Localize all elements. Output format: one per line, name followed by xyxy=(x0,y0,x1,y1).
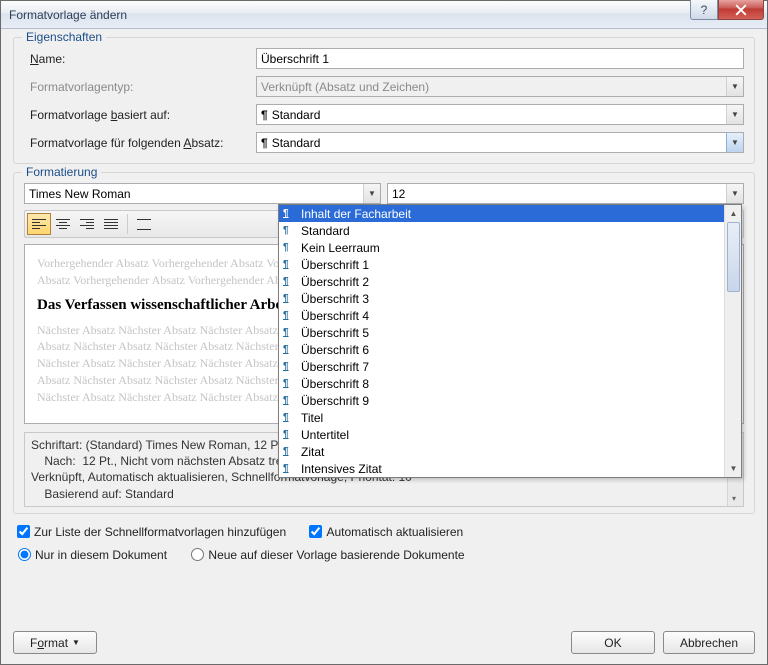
quick-styles-checkbox[interactable]: Zur Liste der Schnellformatvorlagen hinz… xyxy=(13,525,286,539)
align-justify-icon xyxy=(104,219,118,230)
pilcrow-icon: ¶ xyxy=(283,310,297,321)
pilcrow-icon: ¶ xyxy=(283,463,297,474)
format-button[interactable]: Format▼ xyxy=(13,631,97,654)
scroll-up-icon[interactable]: ▲ xyxy=(725,205,742,222)
dropdown-item[interactable]: ¶Überschrift 9 xyxy=(279,392,741,409)
dropdown-item[interactable]: ¶Überschrift 3 xyxy=(279,290,741,307)
pilcrow-icon: ¶ xyxy=(283,395,297,406)
line-spacing-button[interactable] xyxy=(132,213,156,235)
based-on-combo[interactable]: ¶ Standard ▼ xyxy=(256,104,744,125)
dropdown-item[interactable]: ¶Titel xyxy=(279,409,741,426)
pilcrow-icon: ¶ xyxy=(283,446,297,457)
name-input[interactable]: Überschrift 1 xyxy=(256,48,744,69)
font-combo[interactable]: Times New Roman ▼ xyxy=(24,183,381,204)
dropdown-item[interactable]: ¶Inhalt der Facharbeit xyxy=(279,205,741,222)
align-justify-button[interactable] xyxy=(99,213,123,235)
font-size-combo[interactable]: 12 ▼ xyxy=(387,183,744,204)
dropdown-item[interactable]: ¶Überschrift 6 xyxy=(279,341,741,358)
formatting-legend: Formatierung xyxy=(22,165,101,179)
align-left-button[interactable] xyxy=(27,213,51,235)
align-center-button[interactable] xyxy=(51,213,75,235)
pilcrow-icon: ¶ xyxy=(283,276,297,287)
dialog-window: Formatvorlage ändern ? Eigenschaften Nam… xyxy=(0,0,768,665)
pilcrow-icon: ¶ xyxy=(283,242,297,253)
radio-row: Nur in diesem Dokument Neue auf dieser V… xyxy=(13,545,755,562)
cancel-button[interactable]: Abbrechen xyxy=(663,631,755,654)
align-right-icon xyxy=(80,219,94,230)
chevron-down-icon[interactable]: ▼ xyxy=(726,133,743,152)
type-label: Formatvorlagentyp: xyxy=(24,80,256,94)
pilcrow-icon: ¶ xyxy=(283,361,297,372)
pilcrow-icon: ¶ xyxy=(283,412,297,423)
this-document-radio[interactable]: Nur in diesem Dokument xyxy=(13,548,167,562)
dropdown-item[interactable]: ¶Standard xyxy=(279,222,741,239)
dropdown-item[interactable]: ¶Kein Leerraum xyxy=(279,239,741,256)
close-icon xyxy=(735,4,747,16)
dropdown-item[interactable]: ¶Überschrift 4 xyxy=(279,307,741,324)
close-button[interactable] xyxy=(718,0,764,20)
pilcrow-icon: ¶ xyxy=(283,429,297,440)
dropdown-item[interactable]: ¶Überschrift 5 xyxy=(279,324,741,341)
pilcrow-icon: ¶ xyxy=(283,293,297,304)
properties-legend: Eigenschaften xyxy=(22,30,106,44)
type-combo: Verknüpft (Absatz und Zeichen) ▼ xyxy=(256,76,744,97)
name-label: Name: xyxy=(24,52,256,66)
next-paragraph-combo[interactable]: ¶ Standard ▼ xyxy=(256,132,744,153)
dropdown-scrollbar[interactable]: ▲ ▼ xyxy=(724,205,741,477)
based-on-label: Formatvorlage basiert auf: xyxy=(24,108,256,122)
scroll-down-icon[interactable]: ▼ xyxy=(725,460,742,477)
scroll-thumb[interactable] xyxy=(727,222,740,292)
chevron-down-icon: ▼ xyxy=(726,77,743,96)
template-radio[interactable]: Neue auf dieser Vorlage basierende Dokum… xyxy=(186,548,464,562)
auto-update-checkbox[interactable]: Automatisch aktualisieren xyxy=(305,525,463,539)
align-left-icon xyxy=(32,219,46,230)
line-spacing-icon xyxy=(137,219,151,230)
next-paragraph-label: Formatvorlage für folgenden Absatz: xyxy=(24,136,256,150)
pilcrow-icon: ¶ xyxy=(283,327,297,338)
ok-button[interactable]: OK xyxy=(571,631,655,654)
dropdown-item[interactable]: ¶Überschrift 1 xyxy=(279,256,741,273)
dropdown-item[interactable]: ¶Zitat xyxy=(279,443,741,460)
next-paragraph-dropdown[interactable]: ¶Inhalt der Facharbeit¶Standard¶Kein Lee… xyxy=(278,204,742,478)
dropdown-item[interactable]: ¶Überschrift 7 xyxy=(279,358,741,375)
pilcrow-icon: ¶ xyxy=(261,108,268,122)
pilcrow-icon: ¶ xyxy=(261,136,268,150)
titlebar: Formatvorlage ändern ? xyxy=(1,1,767,29)
properties-group: Eigenschaften Name: Überschrift 1 Format… xyxy=(13,37,755,164)
caret-down-icon: ▼ xyxy=(72,638,80,647)
dropdown-item[interactable]: ¶Untertitel xyxy=(279,426,741,443)
checkbox-row: Zur Liste der Schnellformatvorlagen hinz… xyxy=(13,522,755,541)
dropdown-item[interactable]: ¶Überschrift 8 xyxy=(279,375,741,392)
pilcrow-icon: ¶ xyxy=(283,208,297,219)
dialog-title: Formatvorlage ändern xyxy=(9,8,127,22)
pilcrow-icon: ¶ xyxy=(283,378,297,389)
pilcrow-icon: ¶ xyxy=(283,344,297,355)
chevron-down-icon[interactable]: ▼ xyxy=(363,184,380,203)
pilcrow-icon: ¶ xyxy=(283,259,297,270)
dropdown-item[interactable]: ¶Überschrift 2 xyxy=(279,273,741,290)
align-center-icon xyxy=(56,219,70,230)
pilcrow-icon: ¶ xyxy=(283,225,297,236)
chevron-down-icon[interactable]: ▼ xyxy=(726,184,743,203)
help-button[interactable]: ? xyxy=(690,0,718,20)
chevron-down-icon[interactable]: ▼ xyxy=(726,105,743,124)
align-right-button[interactable] xyxy=(75,213,99,235)
dropdown-item[interactable]: ¶Intensives Zitat xyxy=(279,460,741,477)
